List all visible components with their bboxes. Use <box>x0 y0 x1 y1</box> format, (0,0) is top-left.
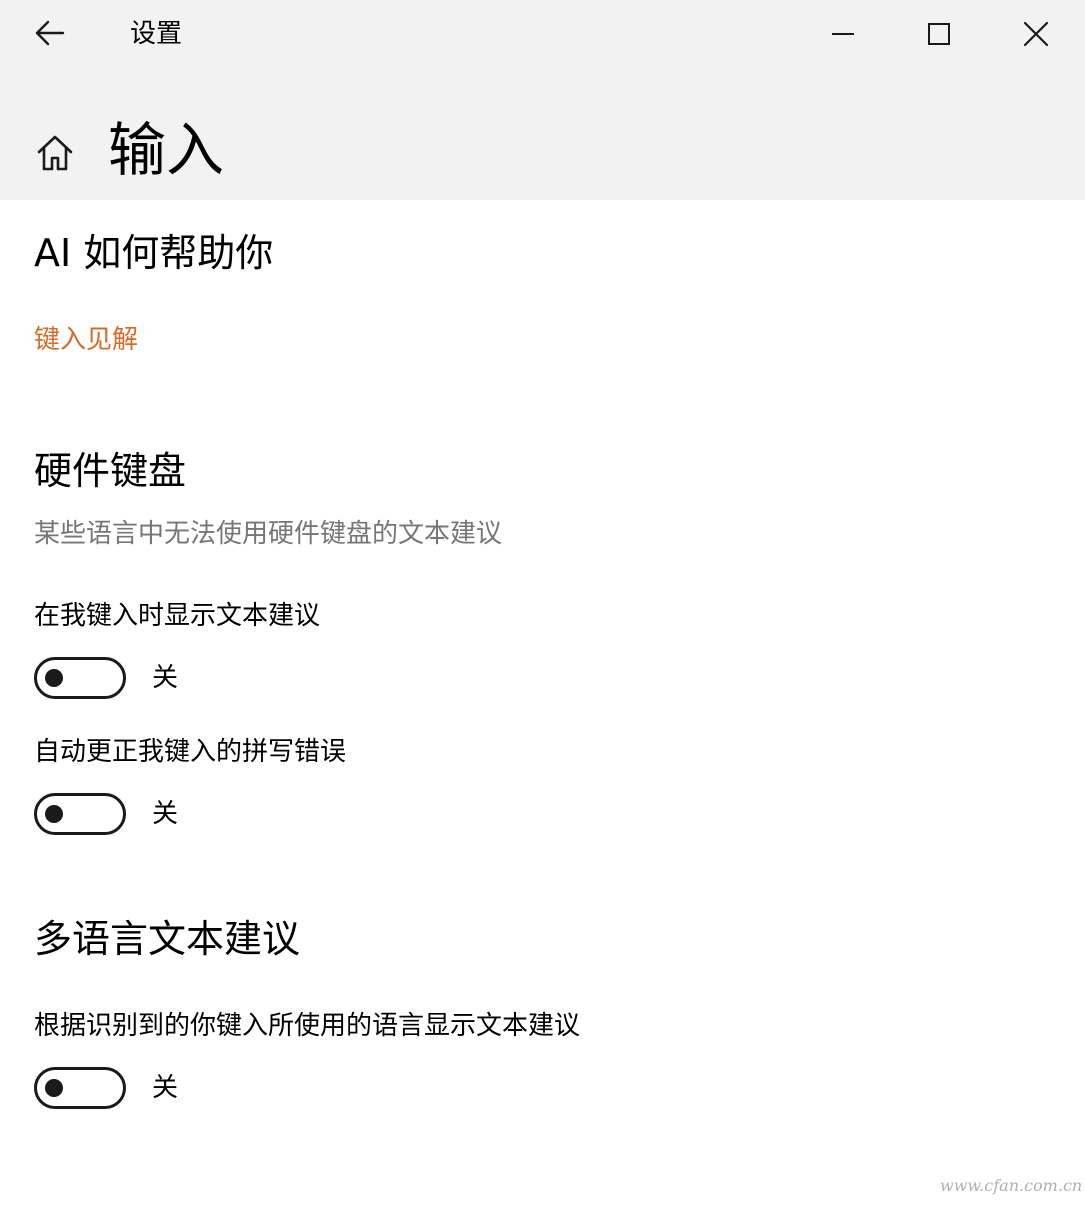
back-button[interactable] <box>24 10 76 56</box>
autocorrect-label: 自动更正我键入的拼写错误 <box>34 737 347 767</box>
typing-insights-link[interactable]: 键入见解 <box>34 322 138 358</box>
settings-header: 设置 输入 <box>0 0 1085 200</box>
ai-section-heading: AI 如何帮助你 <box>34 231 274 275</box>
toggle-knob <box>45 1079 63 1097</box>
multilingual-suggestions-toggle[interactable] <box>34 1067 126 1109</box>
home-icon <box>37 135 73 171</box>
toggle-knob <box>45 805 63 823</box>
watermark: www.cfan.com.cn <box>940 1176 1083 1195</box>
settings-window: 设置 输入 AI 如何帮助你 键入见解 硬件键盘 某些语言中无法使用硬件键盘的文… <box>0 0 1085 1206</box>
back-arrow-icon <box>35 20 65 46</box>
title-bar: 设置 <box>0 0 1085 70</box>
toggle-knob <box>45 669 63 687</box>
maximize-icon <box>928 23 950 45</box>
minimize-icon <box>832 33 854 35</box>
toggle-state-label: 关 <box>152 663 179 693</box>
close-icon <box>1023 21 1049 47</box>
maximize-button[interactable] <box>911 8 967 60</box>
hardware-keyboard-description: 某些语言中无法使用硬件键盘的文本建议 <box>34 519 503 549</box>
toggle-state-label: 关 <box>152 799 179 829</box>
multilingual-heading: 多语言文本建议 <box>34 917 301 961</box>
show-text-suggestions-toggle[interactable] <box>34 657 126 699</box>
autocorrect-toggle[interactable] <box>34 793 126 835</box>
hardware-keyboard-heading: 硬件键盘 <box>34 449 187 493</box>
home-button[interactable] <box>28 128 82 178</box>
autocorrect-setting: 关 <box>34 792 334 836</box>
close-button[interactable] <box>1008 8 1064 60</box>
show-text-suggestions-label: 在我键入时显示文本建议 <box>34 601 321 631</box>
minimize-button[interactable] <box>815 8 871 60</box>
toggle-state-label: 关 <box>152 1073 179 1103</box>
multilingual-suggestions-setting: 关 <box>34 1066 334 1110</box>
page-title: 输入 <box>108 116 225 184</box>
multilingual-suggestions-label: 根据识别到的你键入所使用的语言显示文本建议 <box>34 1011 581 1041</box>
app-title: 设置 <box>130 19 183 49</box>
show-text-suggestions-setting: 关 <box>34 656 334 700</box>
